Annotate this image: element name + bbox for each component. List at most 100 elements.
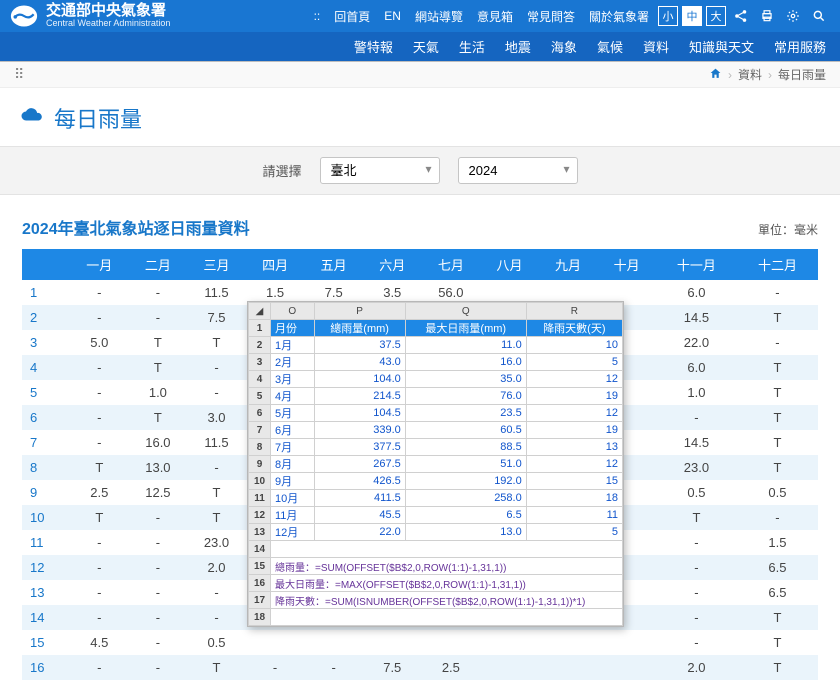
- day-cell[interactable]: 4: [22, 355, 70, 380]
- day-cell[interactable]: 10: [22, 505, 70, 530]
- xl-cell[interactable]: 16.0: [405, 354, 526, 371]
- link-en[interactable]: EN: [379, 9, 406, 23]
- xl-cell[interactable]: 6.5: [405, 507, 526, 524]
- xl-cell[interactable]: 45.5: [314, 507, 405, 524]
- xl-rowhead[interactable]: 17: [249, 592, 271, 609]
- xl-cell[interactable]: 12: [526, 405, 622, 422]
- nav-alert[interactable]: 警特報: [354, 37, 393, 56]
- xl-cell[interactable]: 60.5: [405, 422, 526, 439]
- xl-cell[interactable]: 411.5: [314, 490, 405, 507]
- day-cell[interactable]: 9: [22, 480, 70, 505]
- xl-rowhead[interactable]: 6: [249, 405, 271, 422]
- nav-earthquake[interactable]: 地震: [505, 37, 531, 56]
- xl-rowhead[interactable]: 7: [249, 422, 271, 439]
- xl-cell[interactable]: 426.5: [314, 473, 405, 490]
- station-select[interactable]: 臺北: [320, 157, 440, 184]
- xl-rowhead[interactable]: 10: [249, 473, 271, 490]
- xl-col-o[interactable]: O: [271, 303, 315, 320]
- xl-cell[interactable]: 2月: [271, 354, 315, 371]
- xl-cell[interactable]: 339.0: [314, 422, 405, 439]
- xl-h-days[interactable]: 降雨天數(天): [526, 320, 622, 337]
- xl-cell[interactable]: 267.5: [314, 456, 405, 473]
- nav-data[interactable]: 資料: [643, 37, 669, 56]
- site-logo[interactable]: 交通部中央氣象署 Central Weather Administration: [10, 2, 170, 30]
- font-size-large[interactable]: 大: [706, 6, 726, 26]
- xl-cell[interactable]: 104.0: [314, 371, 405, 388]
- lang-toggle[interactable]: ::: [309, 9, 326, 23]
- link-sitemap[interactable]: 網站導覽: [410, 8, 468, 25]
- day-cell[interactable]: 15: [22, 630, 70, 655]
- menu-dots-icon[interactable]: ⠿: [14, 66, 25, 83]
- xl-cell[interactable]: 5: [526, 354, 622, 371]
- xl-cell[interactable]: 5月: [271, 405, 315, 422]
- xl-rowhead[interactable]: 14: [249, 541, 271, 558]
- xl-cell[interactable]: 35.0: [405, 371, 526, 388]
- xl-rowhead[interactable]: 13: [249, 524, 271, 541]
- day-cell[interactable]: 14: [22, 605, 70, 630]
- xl-formula-cell[interactable]: 降雨天數：=SUM(ISNUMBER(OFFSET($B$2,0,ROW(1:1…: [271, 592, 623, 609]
- xl-cell[interactable]: 12: [526, 456, 622, 473]
- day-cell[interactable]: 13: [22, 580, 70, 605]
- font-size-mid[interactable]: 中: [682, 6, 702, 26]
- xl-cell[interactable]: 1月: [271, 337, 315, 354]
- xl-h-month[interactable]: 月份: [271, 320, 315, 337]
- xl-cell[interactable]: 18: [526, 490, 622, 507]
- xl-rowhead[interactable]: 5: [249, 388, 271, 405]
- link-faq[interactable]: 常見問答: [522, 8, 580, 25]
- xl-cell[interactable]: 12月: [271, 524, 315, 541]
- xl-h-total[interactable]: 總雨量(mm): [314, 320, 405, 337]
- xl-cell[interactable]: 13: [526, 439, 622, 456]
- xl-formula-cell[interactable]: 最大日雨量：=MAX(OFFSET($B$2,0,ROW(1:1)-1,31,1…: [271, 575, 623, 592]
- xl-cell[interactable]: 4月: [271, 388, 315, 405]
- xl-cell[interactable]: 104.5: [314, 405, 405, 422]
- share-icon[interactable]: [730, 5, 752, 27]
- xl-cell[interactable]: 19: [526, 388, 622, 405]
- link-mailbox[interactable]: 意見箱: [472, 8, 518, 25]
- xl-rowhead[interactable]: 12: [249, 507, 271, 524]
- xl-cell[interactable]: 5: [526, 524, 622, 541]
- xl-h-max[interactable]: 最大日雨量(mm): [405, 320, 526, 337]
- xl-formula-cell[interactable]: [271, 609, 623, 626]
- day-cell[interactable]: 5: [22, 380, 70, 405]
- xl-rowhead[interactable]: 11: [249, 490, 271, 507]
- xl-rowhead[interactable]: 8: [249, 439, 271, 456]
- xl-cell[interactable]: 377.5: [314, 439, 405, 456]
- nav-weather[interactable]: 天氣: [413, 37, 439, 56]
- xl-rowhead[interactable]: 3: [249, 354, 271, 371]
- xl-row-1[interactable]: 1: [249, 320, 271, 337]
- xl-rowhead[interactable]: 18: [249, 609, 271, 626]
- day-cell[interactable]: 1: [22, 280, 70, 305]
- settings-icon[interactable]: [782, 5, 804, 27]
- xl-cell[interactable]: 7月: [271, 439, 315, 456]
- day-cell[interactable]: 8: [22, 455, 70, 480]
- xl-cell[interactable]: 23.5: [405, 405, 526, 422]
- xl-col-q[interactable]: Q: [405, 303, 526, 320]
- xl-cell[interactable]: 88.5: [405, 439, 526, 456]
- link-home[interactable]: 回首頁: [329, 8, 375, 25]
- xl-cell[interactable]: 19: [526, 422, 622, 439]
- xl-cell[interactable]: 6月: [271, 422, 315, 439]
- xl-cell[interactable]: 10月: [271, 490, 315, 507]
- link-about[interactable]: 關於氣象署: [584, 8, 654, 25]
- day-cell[interactable]: 3: [22, 330, 70, 355]
- font-size-small[interactable]: 小: [658, 6, 678, 26]
- crumb-data[interactable]: 資料: [738, 66, 762, 83]
- xl-cell[interactable]: 192.0: [405, 473, 526, 490]
- xl-cell[interactable]: 9月: [271, 473, 315, 490]
- xl-cell[interactable]: 214.5: [314, 388, 405, 405]
- nav-climate[interactable]: 氣候: [597, 37, 623, 56]
- xl-rowhead[interactable]: 16: [249, 575, 271, 592]
- xl-rowhead[interactable]: 4: [249, 371, 271, 388]
- day-cell[interactable]: 16: [22, 655, 70, 680]
- day-cell[interactable]: 7: [22, 430, 70, 455]
- xl-rowhead[interactable]: 15: [249, 558, 271, 575]
- xl-col-p[interactable]: P: [314, 303, 405, 320]
- year-select[interactable]: 2024: [458, 157, 578, 184]
- xl-col-r[interactable]: R: [526, 303, 622, 320]
- search-icon[interactable]: [808, 5, 830, 27]
- nav-services[interactable]: 常用服務: [774, 37, 826, 56]
- nav-knowledge[interactable]: 知識與天文: [689, 37, 754, 56]
- xl-cell[interactable]: 10: [526, 337, 622, 354]
- xl-cell[interactable]: 258.0: [405, 490, 526, 507]
- xl-cell[interactable]: 76.0: [405, 388, 526, 405]
